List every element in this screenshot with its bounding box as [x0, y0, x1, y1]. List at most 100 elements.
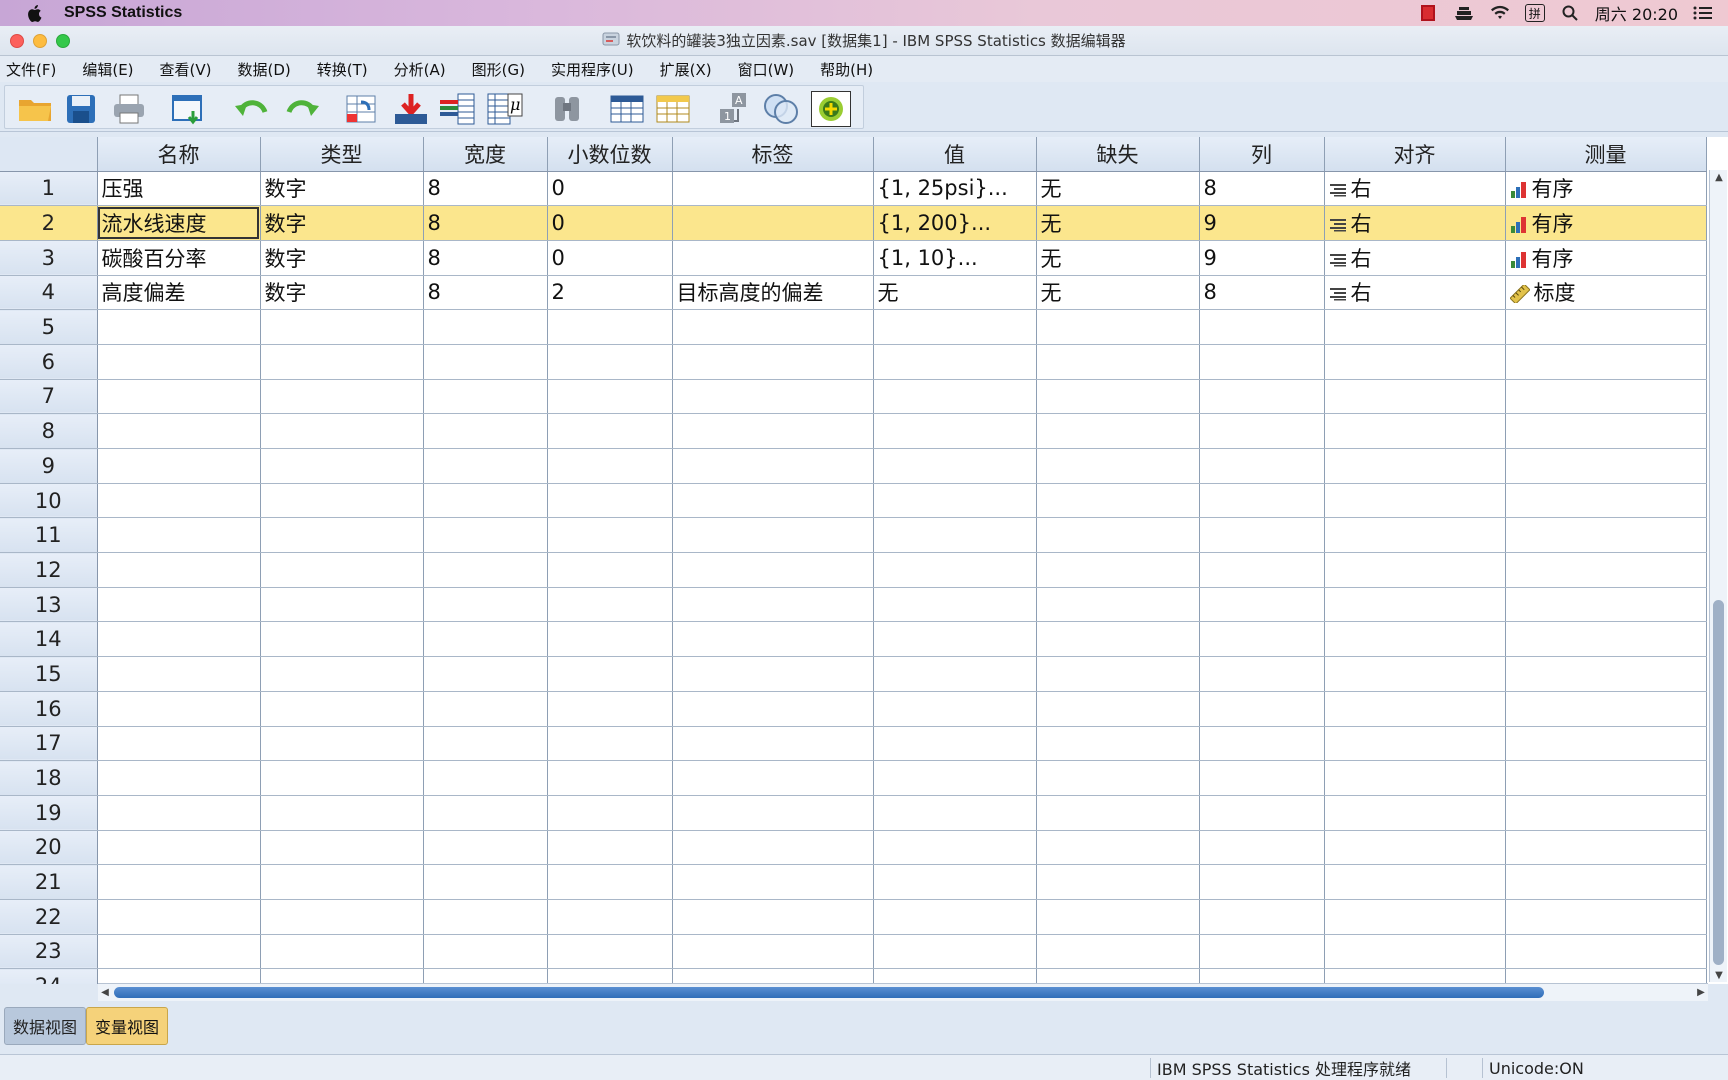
empty-cell[interactable]: [1199, 691, 1325, 727]
empty-cell[interactable]: [873, 726, 1037, 762]
empty-cell[interactable]: [873, 691, 1037, 727]
table-row[interactable]: 16: [0, 691, 1707, 727]
menu-view[interactable]: 查看(V): [160, 59, 212, 80]
empty-cell[interactable]: [547, 413, 673, 449]
empty-cell[interactable]: [260, 656, 424, 692]
cell-align[interactable]: 右: [1324, 171, 1506, 207]
row-number[interactable]: 4: [0, 275, 98, 311]
empty-cell[interactable]: [260, 968, 424, 984]
cell-columns[interactable]: 9: [1199, 205, 1325, 241]
empty-cell[interactable]: [1036, 656, 1200, 692]
empty-cell[interactable]: [1324, 899, 1506, 935]
scroll-down-arrow-icon[interactable]: ▼: [1712, 968, 1726, 982]
table-row[interactable]: 1 压强 数字 8 0 {1, 25psi}... 无 8 右 有序: [0, 171, 1707, 207]
close-window-button[interactable]: [10, 34, 24, 48]
empty-cell[interactable]: [1324, 413, 1506, 449]
scroll-up-arrow-icon[interactable]: ▲: [1712, 170, 1726, 184]
row-number[interactable]: 19: [0, 795, 98, 831]
empty-cell[interactable]: [873, 552, 1037, 588]
empty-cell[interactable]: [97, 517, 261, 554]
empty-cell[interactable]: [1505, 934, 1707, 970]
row-number[interactable]: 12: [0, 552, 98, 588]
row-number[interactable]: 10: [0, 483, 98, 519]
empty-cell[interactable]: [672, 552, 874, 588]
row-number[interactable]: 24: [0, 968, 98, 984]
cell-name[interactable]: 碳酸百分率: [97, 240, 261, 276]
app-name[interactable]: SPSS Statistics: [64, 4, 182, 22]
empty-cell[interactable]: [1505, 760, 1707, 796]
col-header-name[interactable]: 名称: [97, 137, 261, 172]
row-number[interactable]: 16: [0, 691, 98, 727]
goto-case-icon[interactable]: [341, 91, 381, 127]
row-number[interactable]: 22: [0, 899, 98, 935]
cell-columns[interactable]: 8: [1199, 275, 1325, 311]
empty-cell[interactable]: [547, 726, 673, 762]
cell-values[interactable]: {1, 200}...: [873, 205, 1037, 241]
empty-cell[interactable]: [1036, 726, 1200, 762]
empty-cell[interactable]: [873, 379, 1037, 415]
empty-cell[interactable]: [873, 448, 1037, 484]
empty-cell[interactable]: [1199, 517, 1325, 554]
empty-cell[interactable]: [1036, 587, 1200, 623]
empty-cell[interactable]: [672, 517, 874, 554]
empty-cell[interactable]: [1199, 552, 1325, 588]
empty-cell[interactable]: [97, 379, 261, 415]
empty-cell[interactable]: [97, 864, 261, 900]
menu-analyze[interactable]: 分析(A): [394, 59, 446, 80]
empty-cell[interactable]: [1324, 587, 1506, 623]
empty-cell[interactable]: [672, 379, 874, 415]
empty-cell[interactable]: [1199, 621, 1325, 658]
empty-cell[interactable]: [1036, 899, 1200, 935]
cell-label[interactable]: [672, 240, 874, 276]
empty-cell[interactable]: [423, 968, 548, 984]
empty-cell[interactable]: [1324, 309, 1506, 345]
table-row[interactable]: 23: [0, 934, 1707, 970]
tab-data-view[interactable]: 数据视图: [4, 1007, 87, 1045]
empty-cell[interactable]: [423, 379, 548, 415]
empty-cell[interactable]: [873, 587, 1037, 623]
empty-cell[interactable]: [873, 899, 1037, 935]
empty-cell[interactable]: [1505, 413, 1707, 449]
empty-cell[interactable]: [1324, 760, 1506, 796]
empty-cell[interactable]: [423, 691, 548, 727]
empty-cell[interactable]: [873, 795, 1037, 831]
empty-cell[interactable]: [873, 413, 1037, 449]
empty-cell[interactable]: [260, 726, 424, 762]
empty-cell[interactable]: [97, 934, 261, 970]
empty-cell[interactable]: [1036, 309, 1200, 345]
empty-cell[interactable]: [260, 691, 424, 727]
table-row[interactable]: 9: [0, 448, 1707, 484]
empty-cell[interactable]: [1199, 309, 1325, 345]
empty-cell[interactable]: [1036, 760, 1200, 796]
horizontal-scroll-thumb[interactable]: [114, 987, 1544, 998]
empty-cell[interactable]: [1036, 344, 1200, 380]
empty-cell[interactable]: [1324, 552, 1506, 588]
empty-cell[interactable]: [1199, 795, 1325, 831]
empty-cell[interactable]: [1036, 517, 1200, 554]
empty-cell[interactable]: [1199, 587, 1325, 623]
menu-transform[interactable]: 转换(T): [317, 59, 368, 80]
empty-cell[interactable]: [423, 517, 548, 554]
table-row[interactable]: 24: [0, 968, 1707, 984]
empty-cell[interactable]: [1324, 656, 1506, 692]
empty-cell[interactable]: [1324, 795, 1506, 831]
horizontal-scrollbar[interactable]: ◀ ▶: [98, 983, 1708, 1001]
cell-values[interactable]: {1, 10}...: [873, 240, 1037, 276]
empty-cell[interactable]: [873, 656, 1037, 692]
empty-cell[interactable]: [1036, 552, 1200, 588]
empty-cell[interactable]: [1505, 899, 1707, 935]
empty-cell[interactable]: [1324, 517, 1506, 554]
empty-cell[interactable]: [672, 864, 874, 900]
cell-width[interactable]: 8: [423, 275, 548, 311]
empty-cell[interactable]: [547, 309, 673, 345]
cell-missing[interactable]: 无: [1036, 240, 1200, 276]
empty-cell[interactable]: [672, 760, 874, 796]
empty-cell[interactable]: [1324, 691, 1506, 727]
cell-measure[interactable]: 标度: [1505, 275, 1707, 311]
empty-cell[interactable]: [1505, 968, 1707, 984]
cell-name[interactable]: 流水线速度: [97, 205, 261, 241]
empty-cell[interactable]: [1505, 552, 1707, 588]
redo-icon[interactable]: [283, 91, 323, 127]
table-row[interactable]: 21: [0, 864, 1707, 900]
empty-cell[interactable]: [1324, 621, 1506, 658]
